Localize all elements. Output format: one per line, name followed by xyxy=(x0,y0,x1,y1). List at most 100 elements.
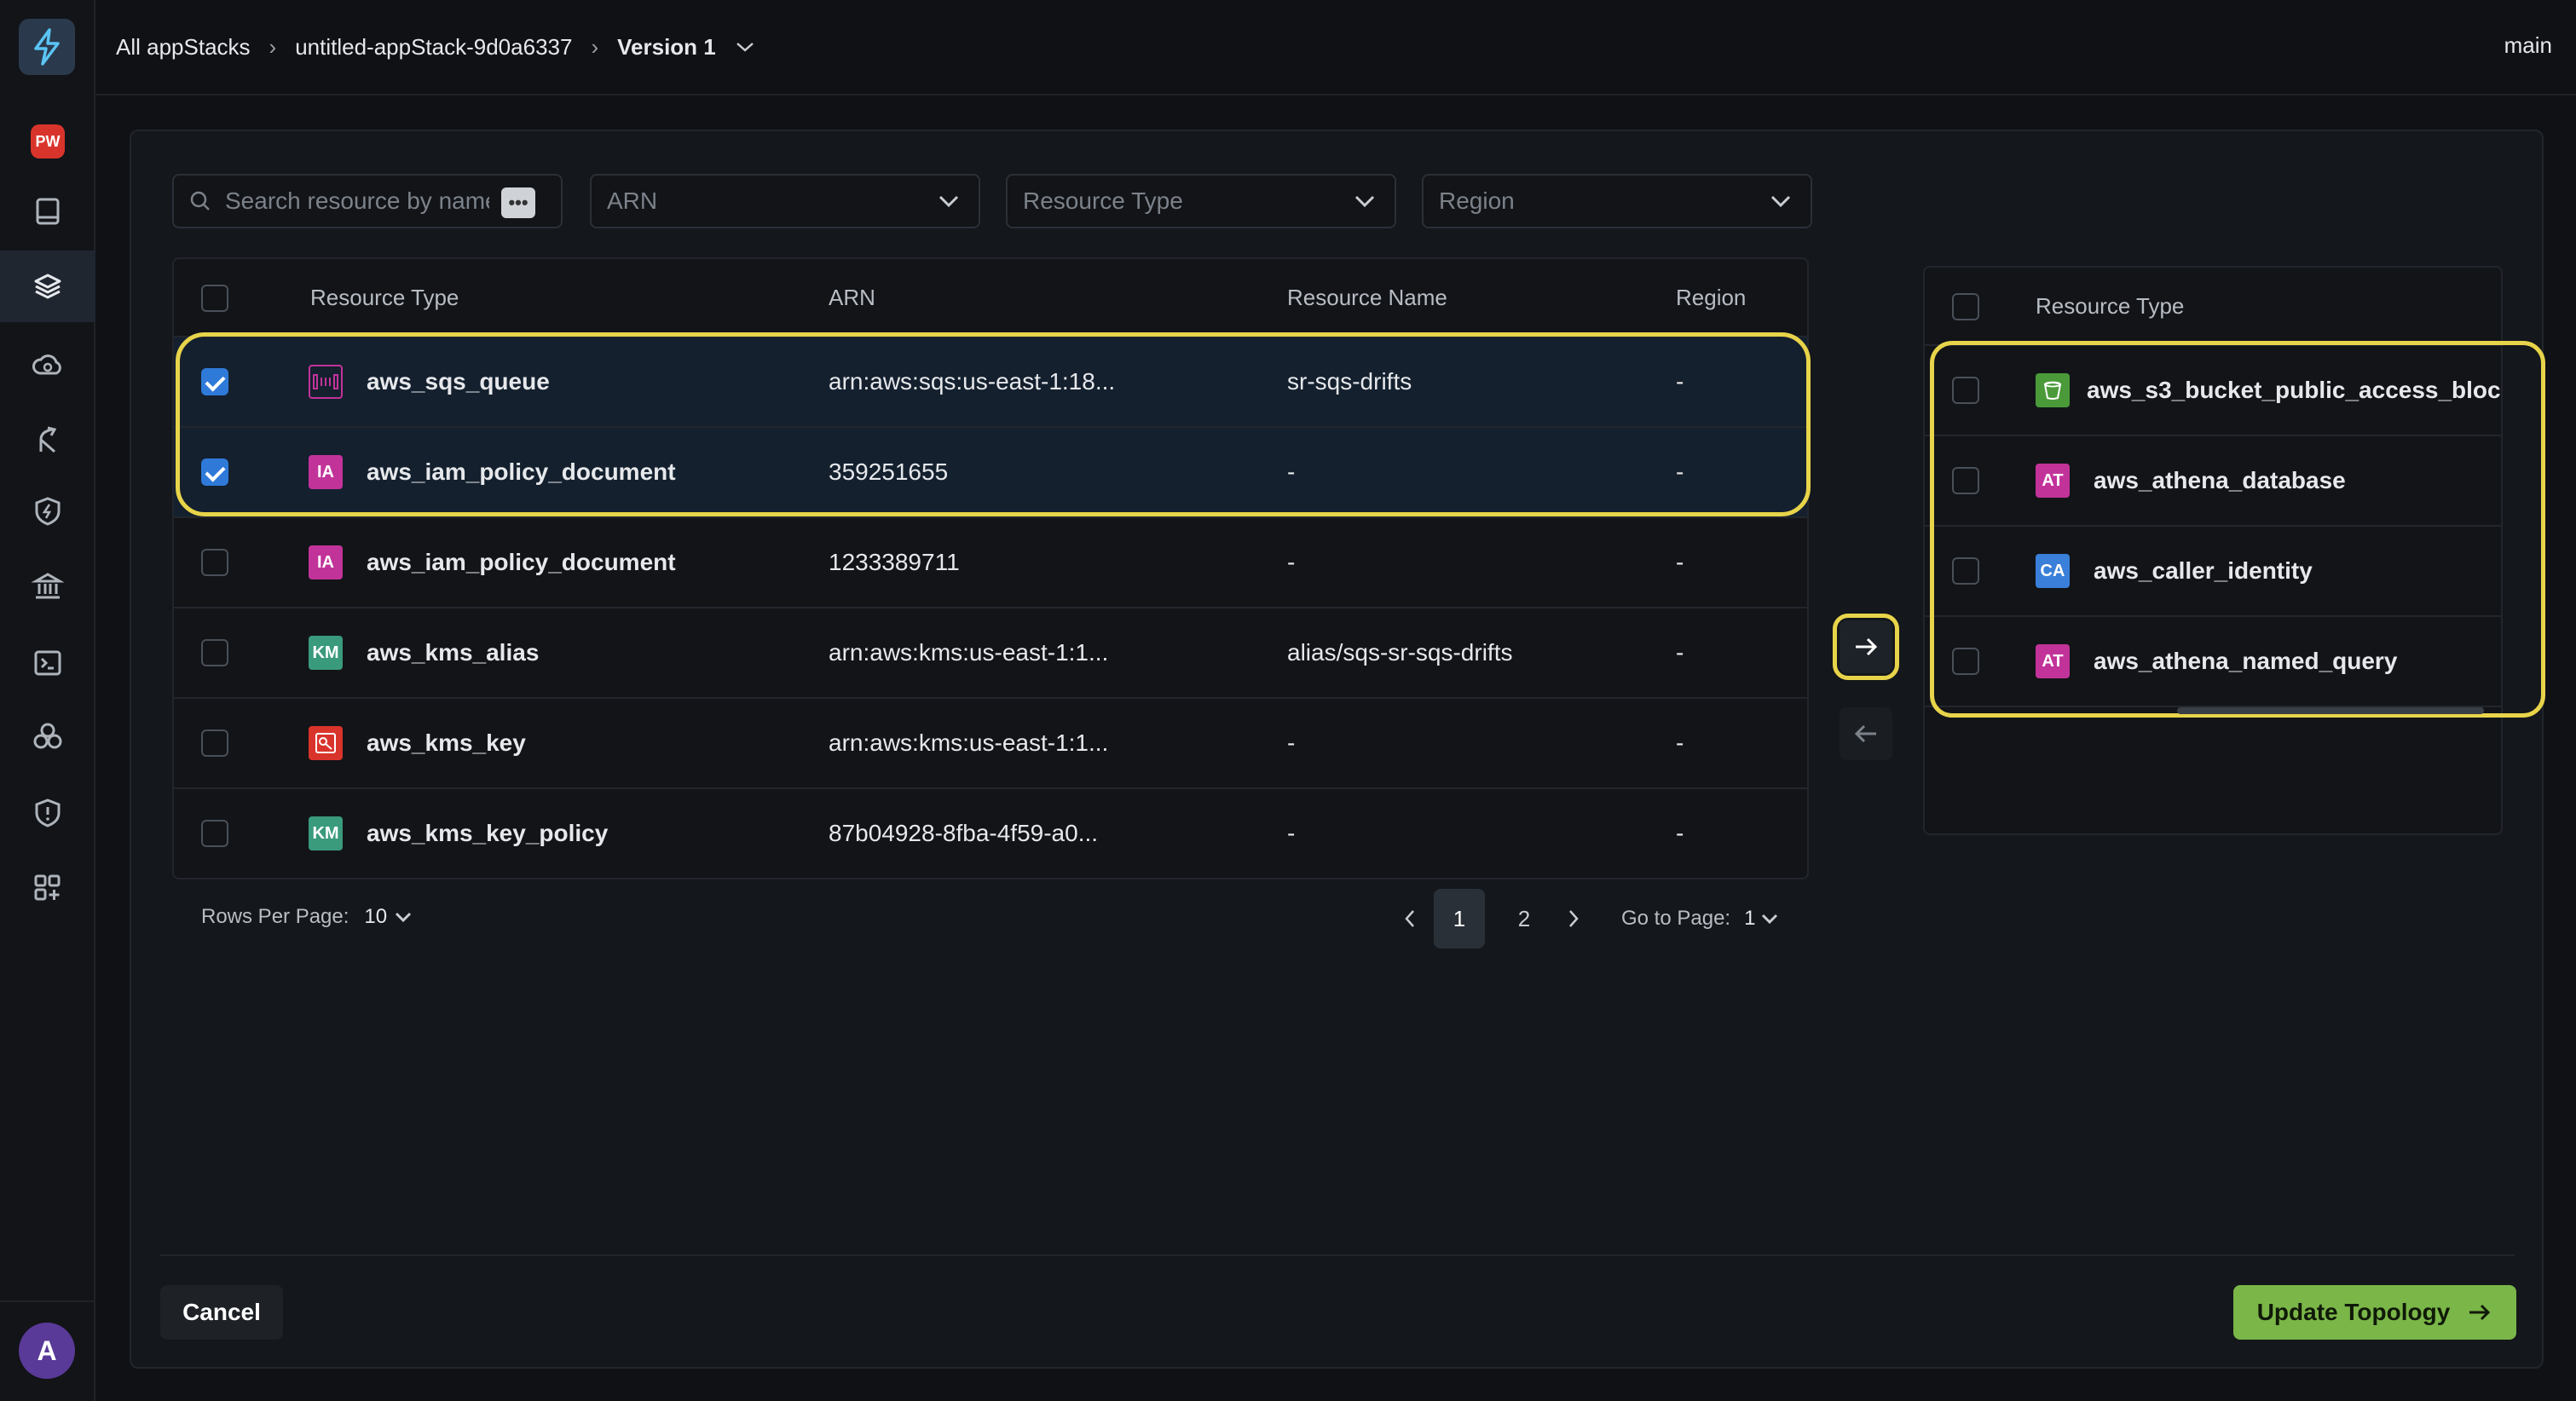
chevron-down-icon[interactable] xyxy=(1760,912,1779,925)
resource-region: - xyxy=(1676,458,1684,485)
update-topology-button[interactable]: Update Topology xyxy=(2233,1285,2516,1340)
breadcrumb-appstack[interactable]: untitled-appStack-9d0a6337 xyxy=(295,34,572,61)
page-button[interactable]: 1 xyxy=(1434,889,1485,948)
sidebar-item-project[interactable]: PW xyxy=(0,106,95,177)
table-row[interactable]: aws_kms_key arn:aws:kms:us-east-1:1... -… xyxy=(174,699,1807,789)
sqs-queue-icon xyxy=(309,365,343,399)
search-input[interactable]: Search resource by name ••• xyxy=(172,174,563,228)
resource-arn: arn:aws:sqs:us-east-1:18... xyxy=(829,368,1116,395)
caller-identity-icon: CA xyxy=(2036,554,2070,588)
resource-type: aws_kms_key xyxy=(367,729,526,756)
column-header-region[interactable]: Region xyxy=(1676,285,1746,311)
app-logo[interactable] xyxy=(19,19,75,75)
arn-dropdown[interactable]: ARN xyxy=(590,174,980,228)
sidebar-item-integrations[interactable] xyxy=(0,852,95,924)
row-checkbox[interactable] xyxy=(201,549,228,576)
breadcrumb-all-appstacks[interactable]: All appStacks xyxy=(116,34,251,61)
logo-icon xyxy=(34,28,60,66)
row-checkbox[interactable] xyxy=(1952,648,1979,675)
breadcrumb-separator: › xyxy=(591,33,599,60)
sidebar-item-branches[interactable] xyxy=(0,404,95,476)
column-header-resource-type[interactable]: Resource Type xyxy=(310,285,459,311)
resource-region: - xyxy=(1676,368,1684,395)
terminal-icon xyxy=(34,650,61,676)
list-item[interactable]: AT aws_athena_database xyxy=(1925,436,2501,527)
resource-region: - xyxy=(1676,729,1684,756)
region-dropdown-label: Region xyxy=(1439,187,1515,214)
table-row[interactable]: KM aws_kms_key_policy 87b04928-8fba-4f59… xyxy=(174,789,1807,879)
resource-arn: arn:aws:kms:us-east-1:1... xyxy=(829,639,1109,666)
row-checkbox[interactable] xyxy=(1952,467,1979,494)
breadcrumb-version[interactable]: Version 1 xyxy=(617,34,716,61)
column-header-resource-name[interactable]: Resource Name xyxy=(1287,285,1447,311)
row-checkbox[interactable] xyxy=(1952,557,1979,585)
sidebar-item-catalog[interactable] xyxy=(0,176,95,247)
resource-arn: arn:aws:kms:us-east-1:1... xyxy=(829,729,1109,756)
select-all-checkbox[interactable] xyxy=(201,285,228,312)
row-checkbox[interactable] xyxy=(201,458,228,486)
iam-policy-icon: IA xyxy=(309,455,343,489)
footer-divider xyxy=(160,1254,2515,1256)
branch-icon xyxy=(39,426,57,453)
sidebar-item-governance[interactable] xyxy=(0,551,95,622)
page-button[interactable]: 2 xyxy=(1499,889,1550,948)
sidebar: PW A xyxy=(0,0,95,1401)
region-dropdown[interactable]: Region xyxy=(1422,174,1812,228)
chevron-down-icon[interactable] xyxy=(394,910,413,924)
move-left-button[interactable] xyxy=(1840,707,1892,760)
move-right-button[interactable] xyxy=(1840,620,1892,673)
chevron-right-icon xyxy=(1569,910,1579,927)
select-all-checkbox[interactable] xyxy=(1952,293,1979,320)
rows-per-page-label: Rows Per Page: xyxy=(201,905,349,928)
sidebar-item-cloud[interactable] xyxy=(0,329,95,401)
project-badge: PW xyxy=(31,124,65,159)
row-checkbox[interactable] xyxy=(201,639,228,666)
row-checkbox[interactable] xyxy=(201,820,228,847)
resource-type: aws_iam_policy_document xyxy=(367,549,676,575)
available-resources-table: Resource Type ARN Resource Name Region a… xyxy=(172,257,1809,879)
book-icon xyxy=(36,198,60,225)
prev-page-button[interactable] xyxy=(1393,893,1427,944)
list-item[interactable]: CA aws_caller_identity xyxy=(1925,527,2501,617)
list-item[interactable]: AT aws_athena_named_query xyxy=(1925,617,2501,707)
resource-type: aws_athena_named_query xyxy=(2094,648,2398,674)
row-checkbox[interactable] xyxy=(201,368,228,395)
sidebar-item-modules[interactable] xyxy=(0,700,95,772)
table-row[interactable]: IA aws_iam_policy_document 359251655 - - xyxy=(174,428,1807,518)
row-checkbox[interactable] xyxy=(201,729,228,757)
row-checkbox[interactable] xyxy=(1952,377,1979,404)
column-header-resource-type[interactable]: Resource Type xyxy=(2036,293,2184,320)
chevron-down-icon xyxy=(1770,195,1791,208)
resource-name: - xyxy=(1287,820,1296,846)
branch-name[interactable]: main xyxy=(2504,32,2552,59)
user-avatar[interactable]: A xyxy=(19,1323,75,1379)
rows-per-page-select[interactable]: 10 xyxy=(364,905,387,929)
table-row[interactable]: IA aws_iam_policy_document 1233389711 - … xyxy=(174,518,1807,608)
cancel-button[interactable]: Cancel xyxy=(160,1285,283,1340)
column-header-arn[interactable]: ARN xyxy=(829,285,875,311)
shield-bolt-icon xyxy=(35,497,61,526)
resource-type-dropdown-label: Resource Type xyxy=(1023,187,1183,214)
resource-arn: 1233389711 xyxy=(829,549,960,575)
sidebar-item-policies[interactable] xyxy=(0,476,95,547)
sidebar-item-terminal[interactable] xyxy=(0,627,95,699)
resource-type-dropdown[interactable]: Resource Type xyxy=(1006,174,1396,228)
resource-type: aws_kms_key_policy xyxy=(367,820,609,846)
sidebar-item-appstacks[interactable] xyxy=(0,251,95,322)
athena-icon: AT xyxy=(2036,644,2070,678)
sidebar-divider xyxy=(0,1300,95,1302)
go-to-page-select[interactable]: 1 xyxy=(1744,907,1755,931)
layers-icon xyxy=(34,274,61,299)
table-row[interactable]: aws_sqs_queue arn:aws:sqs:us-east-1:18..… xyxy=(174,337,1807,428)
next-page-button[interactable] xyxy=(1557,893,1591,944)
table-row[interactable]: KM aws_kms_alias arn:aws:kms:us-east-1:1… xyxy=(174,608,1807,699)
selected-resources-table: Resource Type aws_s3_bucket_public_acces… xyxy=(1923,266,2503,835)
list-item[interactable]: aws_s3_bucket_public_access_block xyxy=(1925,346,2501,436)
horizontal-scrollbar[interactable] xyxy=(2177,707,2484,714)
shield-alert-icon xyxy=(35,799,61,827)
rows-per-page: Rows Per Page: 10 xyxy=(201,905,413,929)
sidebar-item-security[interactable] xyxy=(0,777,95,849)
chevron-down-icon[interactable] xyxy=(735,40,755,54)
kms-key-policy-icon: KM xyxy=(309,816,343,850)
more-options-icon[interactable]: ••• xyxy=(501,187,535,218)
